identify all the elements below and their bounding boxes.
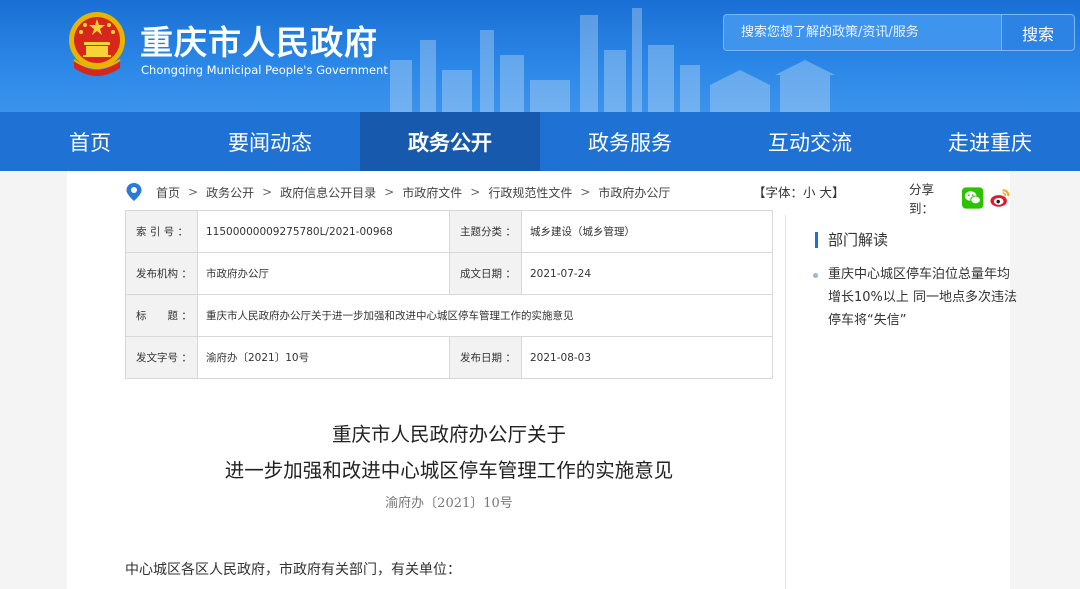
index-value: 11500000009275780L/2021-00968	[198, 211, 450, 253]
heading-accent-bar	[815, 232, 818, 248]
share-label: 分享到：	[909, 179, 957, 217]
content-panel: 首页 > 政务公开 > 政府信息公开目录 > 市政府文件 > 行政规范性文件 >…	[67, 171, 1010, 589]
index-label: 索 引 号 ：	[126, 211, 198, 253]
site-subtitle: Chongqing Municipal People's Government	[141, 63, 388, 77]
sidebar-divider	[785, 215, 786, 589]
sidebar-heading-text: 部门解读	[828, 229, 888, 250]
issuer-value: 市政府办公厅	[198, 253, 450, 295]
nav-item-services[interactable]: 政务服务	[540, 112, 720, 171]
published-date-label: 发布日期 ：	[450, 337, 522, 379]
breadcrumb-separator: >	[188, 185, 198, 199]
issuer-label: 发布机构 ：	[126, 253, 198, 295]
search-button[interactable]: 搜索	[1001, 14, 1075, 51]
breadcrumb-separator: >	[580, 185, 590, 199]
document-info-table: 索 引 号 ： 11500000009275780L/2021-00968 主题…	[125, 210, 773, 379]
breadcrumb-info-catalog[interactable]: 政府信息公开目录	[280, 184, 376, 201]
location-pin-icon	[125, 182, 143, 202]
document-title-line1: 重庆市人民政府办公厅关于	[125, 418, 773, 447]
breadcrumb-separator: >	[470, 185, 480, 199]
table-row: 索 引 号 ： 11500000009275780L/2021-00968 主题…	[126, 211, 773, 253]
wechat-icon[interactable]	[962, 187, 983, 209]
bullet-icon	[813, 273, 818, 278]
topic-value: 城乡建设（城乡管理）	[522, 211, 773, 253]
doc-number-value: 渝府办〔2021〕10号	[198, 337, 450, 379]
weibo-icon[interactable]	[989, 187, 1010, 209]
published-date-value: 2021-08-03	[522, 337, 773, 379]
created-date-label: 成文日期 ：	[450, 253, 522, 295]
national-emblem-icon	[66, 10, 128, 76]
sidebar-link-item[interactable]: 重庆中心城区停车泊位总量年均增长10%以上 同一地点多次违法停车将“失信”	[813, 263, 1019, 332]
document-number: 渝府办〔2021〕10号	[125, 492, 773, 511]
main-nav: 首页 要闻动态 政务公开 政务服务 互动交流 走进重庆	[0, 112, 1080, 171]
created-date-value: 2021-07-24	[522, 253, 773, 295]
sidebar-heading: 部门解读	[815, 229, 888, 250]
table-row: 标 题 ： 重庆市人民政府办公厅关于进一步加强和改进中心城区停车管理工作的实施意…	[126, 295, 773, 337]
nav-item-news[interactable]: 要闻动态	[180, 112, 360, 171]
table-row: 发布机构 ： 市政府办公厅 成文日期 ： 2021-07-24	[126, 253, 773, 295]
breadcrumb-municipal-documents[interactable]: 市政府文件	[402, 184, 462, 201]
breadcrumb-general-office[interactable]: 市政府办公厅	[598, 184, 670, 201]
breadcrumb-separator: >	[262, 185, 272, 199]
search-box	[723, 14, 1001, 51]
site-title[interactable]: 重庆市人民政府	[140, 16, 378, 64]
title-label: 标 题 ：	[126, 295, 198, 337]
doc-number-label: 发文字号 ：	[126, 337, 198, 379]
breadcrumb-government-affairs[interactable]: 政务公开	[206, 184, 254, 201]
breadcrumb-separator: >	[384, 185, 394, 199]
sidebar-link-text[interactable]: 重庆中心城区停车泊位总量年均增长10%以上 同一地点多次违法停车将“失信”	[828, 263, 1019, 332]
document-salutation: 中心城区各区人民政府，市政府有关部门，有关单位：	[125, 559, 461, 579]
nav-item-about-chongqing[interactable]: 走进重庆	[900, 112, 1080, 171]
breadcrumb-home[interactable]: 首页	[156, 184, 180, 201]
site-header: 重庆市人民政府 Chongqing Municipal People's Gov…	[0, 0, 1080, 112]
topic-label: 主题分类 ：	[450, 211, 522, 253]
title-value: 重庆市人民政府办公厅关于进一步加强和改进中心城区停车管理工作的实施意见	[198, 295, 773, 337]
breadcrumb-normative-documents[interactable]: 行政规范性文件	[488, 184, 572, 201]
nav-item-government-affairs[interactable]: 政务公开	[360, 112, 540, 171]
document-title-line2: 进一步加强和改进中心城区停车管理工作的实施意见	[125, 454, 773, 483]
nav-item-home[interactable]: 首页	[0, 112, 180, 171]
font-size-control[interactable]: 【字体：小 大】	[753, 182, 844, 201]
table-row: 发文字号 ： 渝府办〔2021〕10号 发布日期 ： 2021-08-03	[126, 337, 773, 379]
breadcrumb: 首页 > 政务公开 > 政府信息公开目录 > 市政府文件 > 行政规范性文件 >…	[125, 181, 670, 203]
search-input[interactable]	[724, 15, 1001, 50]
nav-item-interaction[interactable]: 互动交流	[720, 112, 900, 171]
share-bar: 分享到：	[909, 179, 1010, 217]
